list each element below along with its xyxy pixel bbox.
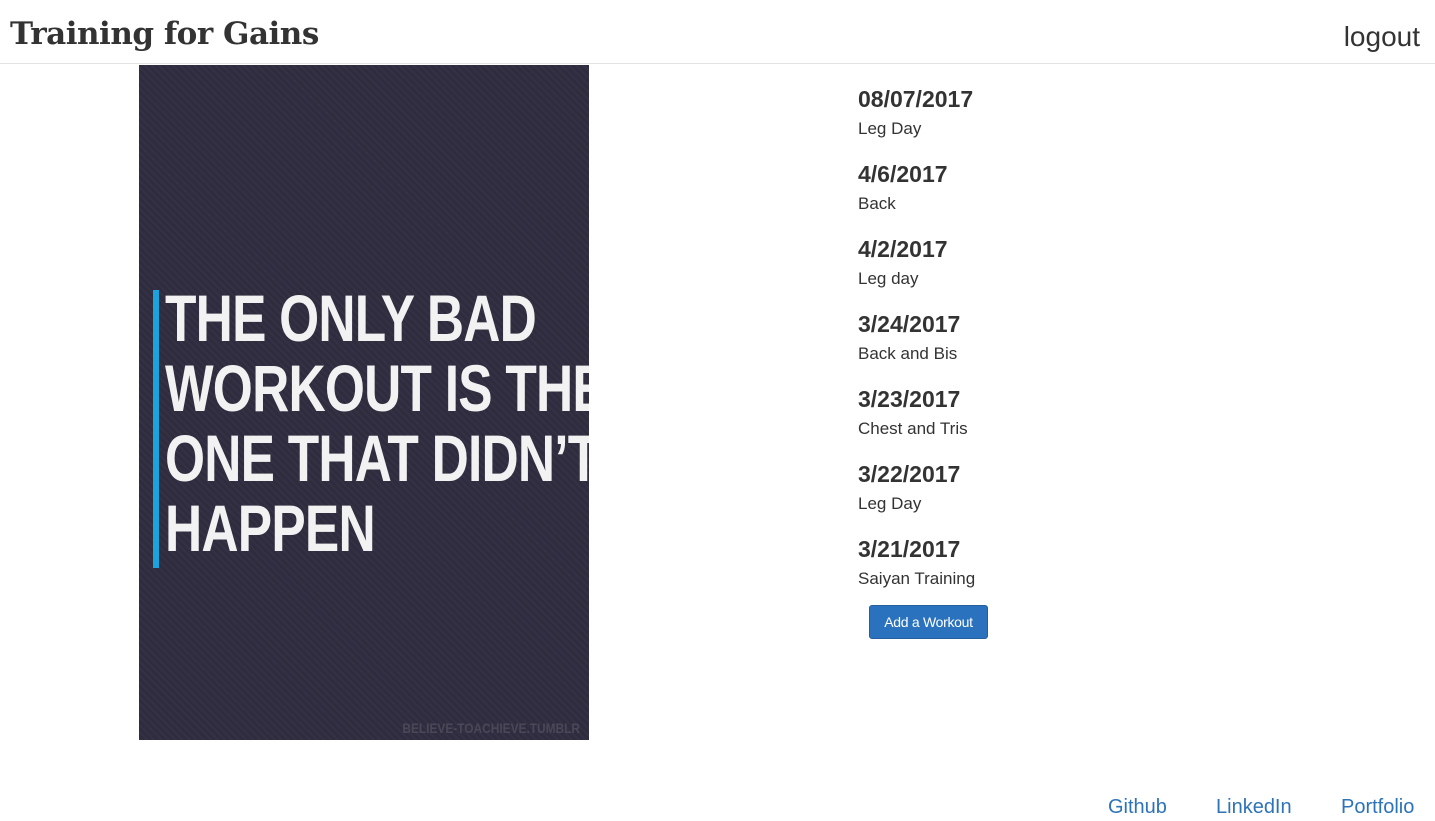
github-link[interactable]: Github — [1108, 794, 1167, 820]
workout-date[interactable]: 4/2/2017 — [858, 234, 1258, 264]
linkedin-link[interactable]: LinkedIn — [1216, 794, 1292, 820]
workout-item: 4/6/2017 Back — [858, 159, 1258, 234]
workout-item: 3/21/2017 Saiyan Training — [858, 534, 1258, 609]
poster-quote-line: ONE THAT DIDN’T — [165, 421, 589, 495]
portfolio-link[interactable]: Portfolio — [1341, 794, 1414, 820]
workout-name: Leg day — [858, 269, 919, 288]
workout-item: 3/22/2017 Leg Day — [858, 459, 1258, 534]
workout-name: Leg Day — [858, 119, 922, 138]
poster-quote-line: HAPPEN — [165, 491, 376, 565]
navbar: Training for Gains logout — [0, 0, 1435, 64]
workout-item: 08/07/2017 Leg Day — [858, 84, 1258, 159]
poster-quote: THE ONLY BAD WORKOUT IS THE ONE THAT DID… — [165, 281, 589, 565]
workout-date[interactable]: 3/23/2017 — [858, 384, 1258, 414]
workout-date[interactable]: 3/21/2017 — [858, 534, 1258, 564]
workout-date[interactable]: 08/07/2017 — [858, 84, 1258, 114]
workout-item: 4/2/2017 Leg day — [858, 234, 1258, 309]
workout-date[interactable]: 4/6/2017 — [858, 159, 1258, 189]
add-workout-button[interactable]: Add a Workout — [869, 605, 988, 639]
poster-quote-line: WORKOUT IS THE — [165, 351, 589, 425]
workout-item: 3/23/2017 Chest and Tris — [858, 384, 1258, 459]
workout-list: 08/07/2017 Leg Day 4/6/2017 Back 4/2/201… — [858, 84, 1258, 609]
workout-name: Back — [858, 194, 896, 213]
workout-date[interactable]: 3/24/2017 — [858, 309, 1258, 339]
logout-link[interactable]: logout — [1344, 19, 1420, 55]
workout-date[interactable]: 3/22/2017 — [858, 459, 1258, 489]
poster-quote-line: THE ONLY BAD — [165, 281, 537, 355]
workout-name: Leg Day — [858, 494, 922, 513]
motivational-poster-image: THE ONLY BAD WORKOUT IS THE ONE THAT DID… — [139, 65, 589, 740]
poster-credit: BELIEVE-TOACHIEVE.TUMBLR — [402, 720, 580, 736]
workout-name: Chest and Tris — [858, 419, 968, 438]
brand-title[interactable]: Training for Gains — [10, 14, 319, 54]
workout-name: Saiyan Training — [858, 569, 976, 588]
poster-accent-bar — [153, 290, 159, 568]
workout-name: Back and Bis — [858, 344, 958, 363]
workout-item: 3/24/2017 Back and Bis — [858, 309, 1258, 384]
